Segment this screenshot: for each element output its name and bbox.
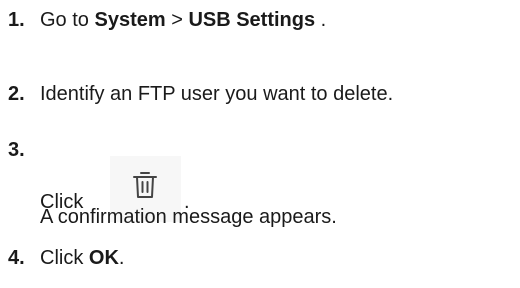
step-text: Click OK.: [40, 245, 124, 271]
step-text: Go to System > USB Settings .: [40, 7, 326, 33]
step-number: 4.: [8, 247, 25, 269]
step-result: A confirmation message appears.: [40, 206, 337, 228]
step-text-post: .: [118, 247, 125, 269]
menu-system: System: [94, 9, 166, 31]
step-number: 3.: [8, 139, 25, 161]
step-text-pre: Go to: [40, 9, 95, 31]
step-text-post: .: [315, 9, 327, 31]
step-text-pre: Click: [40, 247, 89, 269]
ok-label: OK: [88, 247, 119, 269]
step-text: Identify an FTP user you want to delete.: [40, 83, 394, 105]
step-number: 2.: [8, 83, 25, 105]
path-separator: >: [165, 9, 189, 31]
step-number: 1.: [8, 9, 25, 31]
menu-usb-settings: USB Settings: [188, 9, 316, 31]
